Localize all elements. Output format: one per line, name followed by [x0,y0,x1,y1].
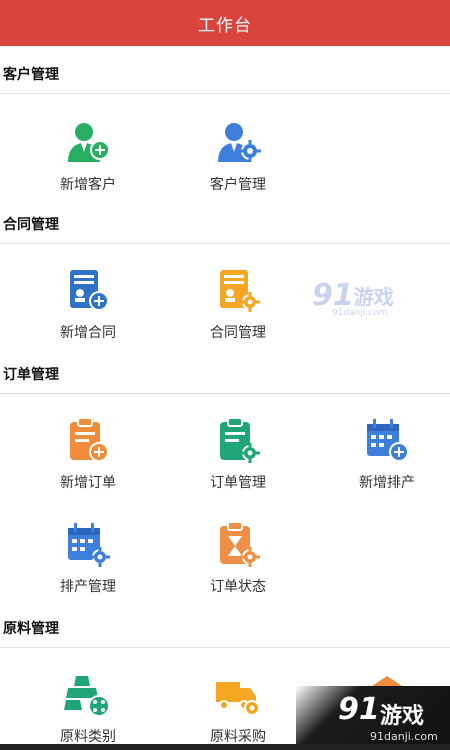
section-header-contract: 合同管理 [0,196,450,244]
tile-add-schedule[interactable]: 新增排产 [312,416,450,496]
section-header-customer: 客户管理 [0,46,450,94]
tile-material-purchase[interactable]: 原料采购 [163,670,313,750]
section-title: 订单管理 [3,367,59,383]
tile-order-manage[interactable]: 订单管理 [163,416,313,496]
app-bar: 工作台 [0,0,450,46]
tile-order-status[interactable]: 订单状态 [163,520,313,600]
schedule-manage-icon [62,520,114,572]
watermark-badge: 91 游戏 91danji.com [296,686,450,750]
add-customer-icon [62,118,114,170]
tile-schedule-manage[interactable]: 排产管理 [13,520,163,600]
section-title: 客户管理 [3,67,59,83]
section-title: 原料管理 [3,621,59,637]
badge-number: 91 [338,692,380,727]
tile-label: 客户管理 [210,177,266,193]
tile-contract-manage[interactable]: 合同管理 [163,266,313,346]
add-order-icon [62,416,114,468]
tile-add-customer[interactable]: 新增客户 [13,118,163,198]
tile-label: 合同管理 [210,325,266,341]
section-header-material: 原料管理 [0,600,450,648]
badge-url: 91danji.com [370,730,438,743]
watermark-url: 91danji.com [332,308,388,318]
order-status-icon [212,520,264,572]
material-purchase-icon [212,670,264,722]
tile-label: 原料采购 [210,729,266,745]
section-title: 合同管理 [3,217,59,233]
page-title: 工作台 [198,15,252,36]
watermark-text: 游戏 [353,285,394,309]
tile-label: 新增排产 [359,475,415,491]
customer-manage-icon [212,118,264,170]
section-header-order: 订单管理 [0,346,450,394]
tile-material-category[interactable]: 原料类别 [13,670,163,750]
tile-label: 订单管理 [210,475,266,491]
add-contract-icon [62,266,114,318]
tile-customer-manage[interactable]: 客户管理 [163,118,313,198]
tile-add-contract[interactable]: 新增合同 [13,266,163,346]
tile-label: 新增合同 [60,325,116,341]
add-schedule-icon [361,416,413,468]
order-manage-icon [212,416,264,468]
bottom-nav-strip [0,744,450,750]
tile-label: 新增订单 [60,475,116,491]
material-category-icon [62,670,114,722]
tile-label: 新增客户 [60,177,116,193]
tile-label: 订单状态 [210,579,266,595]
badge-text: 游戏 [380,704,425,729]
tile-label: 原料类别 [60,729,116,745]
watermark-logo: 91 游戏 91danji.com [312,278,394,318]
tile-add-order[interactable]: 新增订单 [13,416,163,496]
tile-label: 排产管理 [60,579,116,595]
contract-manage-icon [212,266,264,318]
